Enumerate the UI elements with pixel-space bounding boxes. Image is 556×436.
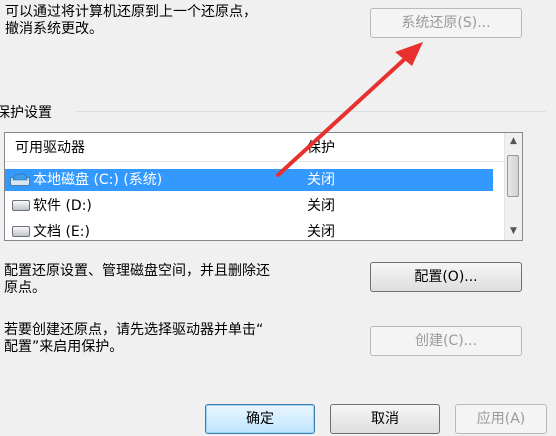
drive-icon [12, 199, 30, 211]
configure-description-line2: 原点。 [4, 280, 46, 296]
apply-button[interactable]: 应用(A) [455, 404, 547, 434]
drive-row-c[interactable]: 本地磁盘 (C:) (系统) 关闭 [5, 169, 493, 191]
drive-name-cell: 本地磁盘 (C:) (系统) [10, 169, 162, 191]
cancel-button[interactable]: 取消 [330, 404, 440, 434]
drive-row-d[interactable]: 软件 (D:) 关闭 [5, 195, 493, 217]
drive-list-header: 可用驱动器 保护 [5, 133, 522, 162]
configure-description-line1: 配置还原设置、管理磁盘空间，并且删除还 [4, 263, 270, 279]
scroll-up-icon[interactable]: ▲ [505, 133, 522, 150]
create-description: 若要创建还原点，请先选择驱动器并单击“ 配置”来启用保护。 [4, 322, 263, 356]
drive-icon [12, 225, 30, 237]
drive-name-cell: 文档 (E:) [12, 221, 90, 240]
column-header-protection[interactable]: 保护 [307, 133, 335, 163]
protection-group-title: 保护设置 [0, 105, 52, 121]
column-header-drives[interactable]: 可用驱动器 [15, 133, 85, 163]
configure-description: 配置还原设置、管理磁盘空间，并且删除还 原点。 [4, 263, 270, 297]
restore-description: 可以通过将计算机还原到上一个还原点， 撤消系统更改。 [5, 4, 257, 38]
drive-name: 文档 (E:) [33, 224, 90, 240]
drive-name: 软件 (D:) [33, 198, 92, 214]
system-restore-button[interactable]: 系统还原(S)... [370, 8, 522, 38]
system-drive-icon [10, 172, 30, 186]
restore-description-line1: 可以通过将计算机还原到上一个还原点， [5, 4, 257, 20]
create-button[interactable]: 创建(C)... [370, 326, 522, 356]
group-divider [76, 111, 546, 112]
create-description-line2: 配置”来启用保护。 [4, 339, 124, 355]
drive-name-cell: 软件 (D:) [12, 195, 92, 217]
drive-list[interactable]: 可用驱动器 保护 本地磁盘 (C:) (系统) 关闭 软件 (D:) 关闭 文档… [4, 132, 523, 241]
drive-status: 关闭 [307, 198, 335, 214]
drive-status: 关闭 [307, 224, 335, 240]
scroll-down-icon[interactable]: ▼ [505, 223, 522, 240]
configure-button[interactable]: 配置(O)... [370, 262, 522, 292]
drive-status: 关闭 [307, 172, 335, 188]
scroll-thumb[interactable] [507, 155, 519, 197]
restore-description-line2: 撤消系统更改。 [5, 21, 103, 37]
create-description-line1: 若要创建还原点，请先选择驱动器并单击“ [4, 322, 264, 338]
drive-name: 本地磁盘 (C:) (系统) [33, 172, 163, 188]
drive-list-scrollbar[interactable]: ▲ ▼ [504, 133, 522, 240]
drive-row-e[interactable]: 文档 (E:) 关闭 [5, 221, 493, 240]
ok-button[interactable]: 确定 [205, 404, 315, 434]
